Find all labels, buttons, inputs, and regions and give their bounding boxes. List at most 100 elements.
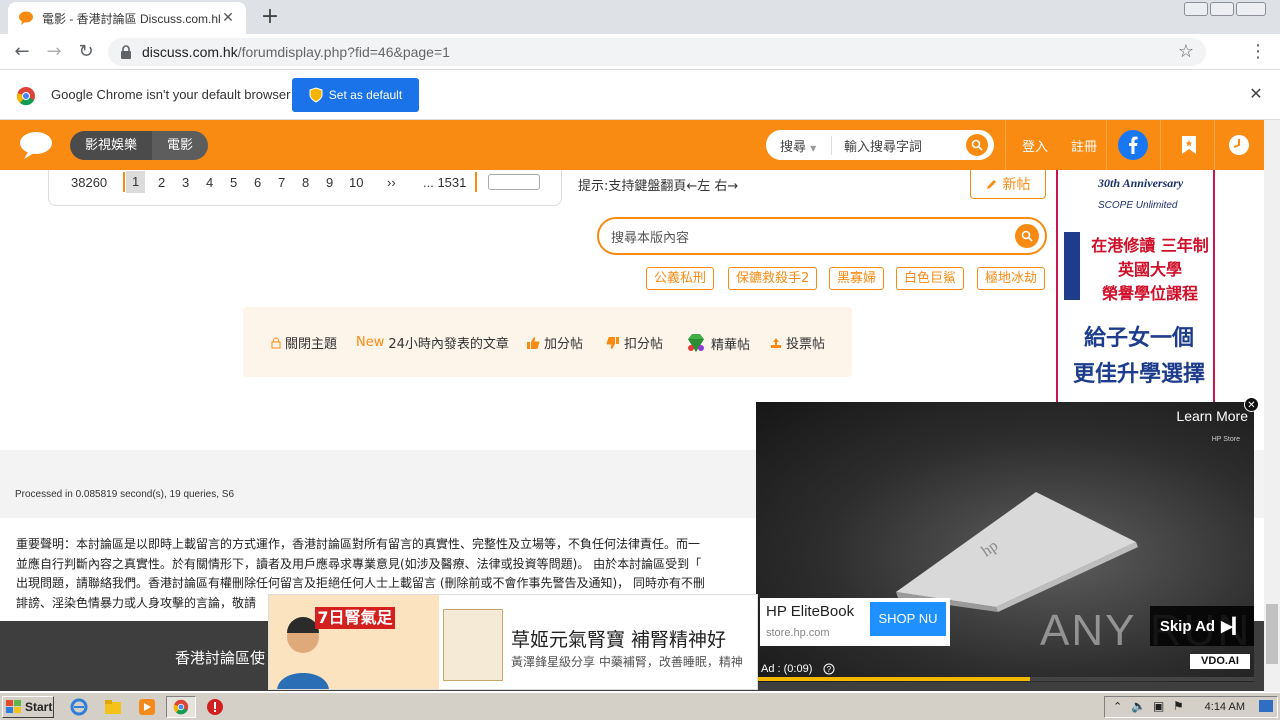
bottom-banner-ad[interactable]: 7日腎氣足 草姬元氣腎寶 補腎精神好 黃澤鋒星級分享 中藥補腎，改善睡眠，精神: [268, 594, 758, 690]
banner-headline: 草姬元氣腎寶 補腎精神好: [511, 629, 727, 651]
filter-minus[interactable]: 扣分帖: [606, 333, 663, 352]
page-jump-input[interactable]: [488, 174, 540, 190]
learn-more-link[interactable]: Learn More: [1176, 408, 1248, 424]
filter-closed[interactable]: 關閉主題: [271, 333, 337, 352]
skip-ad-button[interactable]: Skip Ad ▶▎: [1150, 606, 1254, 646]
page-link[interactable]: 6: [254, 175, 261, 190]
maximize-button[interactable]: [1210, 2, 1234, 16]
header-search-input[interactable]: 輸入搜尋字詞: [832, 136, 966, 155]
category-entertainment-link[interactable]: 影視娛樂: [70, 131, 153, 160]
ad-anniversary-text: 30th Anniversary: [1098, 176, 1184, 190]
page-link[interactable]: 9: [326, 175, 333, 190]
page-link-current[interactable]: 1: [126, 171, 146, 193]
product-name: HP EliteBook: [766, 603, 855, 620]
clock: 4:14 AM: [1204, 701, 1245, 713]
header-search-button[interactable]: [966, 134, 988, 156]
address-bar[interactable]: discuss.com.hk/forumdisplay.php?fid=46&p…: [108, 38, 1206, 66]
ad-time: Ad : (0:09): [761, 663, 813, 675]
show-desktop-icon[interactable]: [1259, 700, 1273, 712]
start-button[interactable]: Start: [2, 696, 54, 718]
folder-icon[interactable]: [104, 698, 122, 716]
shop-now-button[interactable]: SHOP NU: [870, 602, 946, 636]
minimize-button[interactable]: [1184, 2, 1208, 16]
forward-icon[interactable]: →: [42, 40, 66, 64]
ie-icon[interactable]: [70, 698, 88, 716]
filter-plus[interactable]: 加分帖: [526, 333, 583, 352]
tray-expand-icon[interactable]: ⌃: [1113, 700, 1122, 713]
new-tab-button[interactable]: +: [258, 6, 282, 30]
shield-alert-icon[interactable]: [206, 698, 224, 716]
chrome-logo-icon: [16, 87, 35, 106]
new-badge: New: [356, 335, 385, 350]
category-movie-link[interactable]: 電影: [152, 131, 209, 160]
page-link[interactable]: 7: [278, 175, 285, 190]
set-as-default-button[interactable]: Set as default: [292, 78, 419, 112]
side-advertisement[interactable]: 30th Anniversary SCOPE Unlimited 在港修讀 三年…: [1056, 170, 1215, 402]
filter-minus-label: 扣分帖: [624, 337, 664, 352]
banner-subtitle: 黃澤鋒星級分享 中藥補腎，改善睡眠，精神: [511, 655, 743, 669]
menu-kebab-icon[interactable]: ⋮: [1246, 40, 1270, 64]
new-post-button[interactable]: 新帖: [970, 170, 1046, 199]
filter-poll[interactable]: 投票帖: [770, 333, 825, 352]
search-type-label: 搜尋: [780, 139, 807, 155]
site-logo-icon[interactable]: [18, 130, 54, 160]
volume-icon[interactable]: 🔈: [1131, 699, 1146, 713]
search-type-select[interactable]: 搜尋 ▼: [766, 135, 832, 155]
flag-icon[interactable]: ⚑: [1173, 699, 1184, 713]
footer-text: 香港討論區使: [175, 649, 266, 667]
uk-flag-icon: [1064, 232, 1080, 300]
page-link[interactable]: 5: [230, 175, 237, 190]
filter-digest[interactable]: 精華帖: [685, 333, 750, 353]
hot-tag[interactable]: 保鑣救殺手2: [728, 267, 818, 290]
bookmark-icon[interactable]: [1181, 135, 1197, 155]
scrollbar-thumb[interactable]: [1266, 604, 1278, 664]
network-icon[interactable]: ▣: [1153, 699, 1164, 713]
keyboard-hint: 提示:支持鍵盤翻頁←左 右→: [578, 179, 739, 194]
pencil-icon: [986, 180, 996, 189]
product-card[interactable]: HP EliteBook store.hp.com SHOP NU: [760, 598, 950, 646]
pagination: 38260 1 2 3 4 5 6 7 8 9 10 ›› ... 1531: [48, 170, 562, 206]
back-icon[interactable]: ←: [10, 40, 34, 64]
video-ad-player[interactable]: hp Learn More HP Store HP EliteBook stor…: [756, 402, 1254, 682]
page-link[interactable]: 10: [349, 175, 363, 190]
tab-close-icon[interactable]: ✕: [220, 10, 236, 26]
board-search-button[interactable]: [1015, 224, 1039, 248]
help-icon[interactable]: ?: [823, 663, 835, 675]
reload-icon[interactable]: ↻: [74, 40, 98, 64]
ad-red-line: 在港修讀 三年制: [1091, 236, 1209, 255]
media-player-icon[interactable]: [138, 698, 156, 716]
last-page-link[interactable]: ... 1531: [423, 175, 466, 190]
page-link[interactable]: 8: [302, 175, 309, 190]
filter-recent-label: 24小時內發表的文章: [388, 337, 509, 352]
page-link[interactable]: 2: [158, 175, 165, 190]
header-divider: [1106, 120, 1107, 170]
hot-tag[interactable]: 極地冰劫: [977, 267, 1046, 290]
taskbar-chrome-button[interactable]: [166, 696, 196, 718]
ad-blue-line: 給子女一個: [1083, 326, 1194, 351]
hot-tag[interactable]: 白色巨鯊: [896, 267, 965, 290]
browser-tab[interactable]: 電影 - 香港討論區 Discuss.com.hk - ✕: [8, 2, 246, 34]
bookmark-star-icon[interactable]: ☆: [1174, 40, 1198, 64]
register-link[interactable]: 註冊: [1071, 136, 1097, 155]
next-page-link[interactable]: ››: [387, 175, 396, 190]
login-link[interactable]: 登入: [1022, 136, 1048, 155]
banner-badge: 7日腎氣足: [315, 607, 395, 629]
total-threads-count: 38260: [71, 175, 108, 190]
infobar-close-icon[interactable]: ✕: [1244, 82, 1268, 106]
hot-tag[interactable]: 公義私刑: [646, 267, 715, 290]
hot-tag[interactable]: 黑寡婦: [829, 267, 885, 290]
disclaimer-line: 出現問題，請聯絡我們。香港討論區有權刪除任何留言及拒絕任何人士上載留言 (刪除前…: [16, 576, 705, 590]
page-link[interactable]: 3: [182, 175, 189, 190]
board-search: 搜尋本版內容: [597, 217, 1047, 255]
window-close-button[interactable]: [1236, 2, 1266, 16]
site-header: 影視娛樂 電影 搜尋 ▼ 輸入搜尋字詞 登入 註冊: [0, 120, 1264, 170]
facebook-icon[interactable]: [1118, 130, 1148, 160]
page-link[interactable]: 4: [206, 175, 213, 190]
board-search-input[interactable]: 搜尋本版內容: [599, 227, 1015, 246]
filter-recent[interactable]: New 24小時內發表的文章: [356, 333, 509, 352]
history-clock-icon[interactable]: [1228, 134, 1250, 156]
video-ad-close-icon[interactable]: ✕: [1244, 397, 1259, 412]
skip-icon: ▶▎: [1221, 618, 1245, 635]
page-scrollbar[interactable]: [1264, 120, 1280, 692]
processed-time: Processed in 0.085819 second(s), 19 quer…: [15, 489, 235, 500]
